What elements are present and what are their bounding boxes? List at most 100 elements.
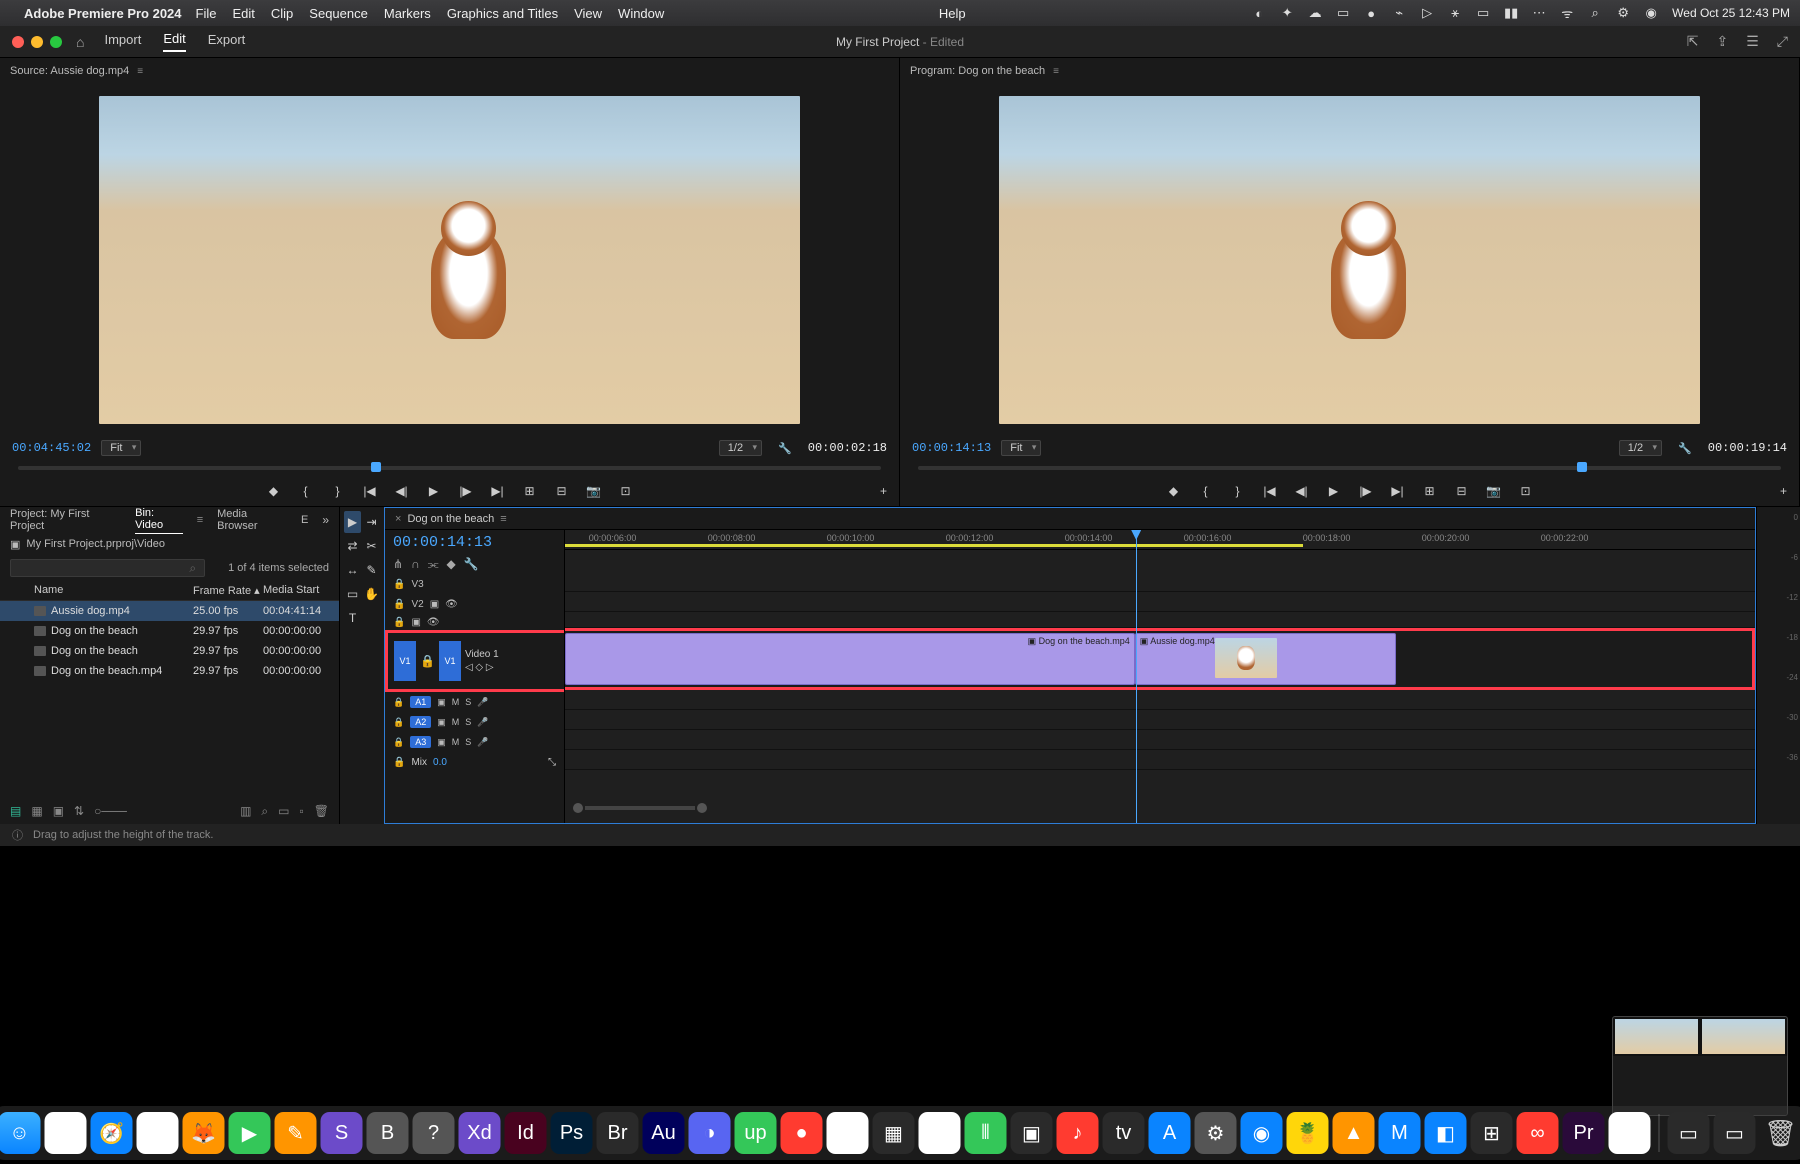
track-v3[interactable] <box>565 572 1755 592</box>
eye-icon[interactable]: 👁 <box>427 617 440 628</box>
dock-safari[interactable]: 🧭 <box>91 1112 133 1154</box>
track-v3-label[interactable]: V3 <box>411 579 423 590</box>
col-name[interactable]: Name <box>34 584 193 597</box>
menu-graphics[interactable]: Graphics and Titles <box>447 6 558 21</box>
dock-creativecloud[interactable]: ∞ <box>1517 1112 1559 1154</box>
track-a3-label[interactable]: A3 <box>410 736 431 748</box>
find-icon[interactable]: ⌕ <box>261 804 268 819</box>
col-mediastart[interactable]: Media Start <box>263 584 333 597</box>
project-row[interactable]: Dog on the beach 29.97 fps00:00:00:00 <box>0 641 339 661</box>
button-editor-icon[interactable]: ⊡ <box>1517 484 1535 498</box>
program-zoom-dropdown[interactable]: Fit <box>1001 440 1041 456</box>
dock-chrome[interactable]: ◉ <box>137 1112 179 1154</box>
wifi-icon[interactable]: ᯤ <box>1558 4 1576 22</box>
dock-appletv[interactable]: tv <box>1103 1112 1145 1154</box>
export-frame-icon[interactable]: 📷 <box>1485 484 1503 498</box>
dock-discord[interactable]: ◑ <box>689 1112 731 1154</box>
timeline-timecode[interactable]: 00:00:14:13 <box>393 534 492 551</box>
step-forward-icon[interactable]: |▶ <box>457 484 475 498</box>
maximize-window-button[interactable] <box>50 36 62 48</box>
effects-tab[interactable]: E <box>301 514 308 526</box>
track-v2[interactable] <box>565 592 1755 612</box>
dock-notes[interactable]: ✎ <box>275 1112 317 1154</box>
timeline-clip[interactable]: ▣ Aussie dog.mp4 <box>1135 633 1396 685</box>
tab-edit[interactable]: Edit <box>163 31 185 52</box>
status-icon[interactable]: ◐ <box>1250 4 1268 22</box>
solo-button[interactable]: S <box>465 737 471 747</box>
project-tab[interactable]: Project: My First Project <box>10 508 121 532</box>
dock-vlc[interactable]: ▲ <box>1333 1112 1375 1154</box>
menu-window[interactable]: Window <box>618 6 664 21</box>
quick-export-icon[interactable]: ⇱ <box>1687 33 1699 50</box>
type-tool[interactable]: T <box>344 607 361 629</box>
menu-file[interactable]: File <box>196 6 217 21</box>
settings-icon[interactable]: 🔧 <box>1678 442 1692 455</box>
toggle-output-icon[interactable]: ▣ <box>430 599 439 610</box>
lock-icon[interactable]: 🔒 <box>393 717 404 728</box>
dock-slack[interactable]: ✱ <box>827 1112 869 1154</box>
v1-source-patch[interactable]: V1 <box>394 641 416 681</box>
lock-icon[interactable]: 🔒 <box>393 599 405 610</box>
slip-tool[interactable]: ↔ <box>344 559 361 581</box>
export-frame-icon[interactable]: 📷 <box>585 484 603 498</box>
dock-finder[interactable]: ☺ <box>0 1112 41 1154</box>
toggle-output-icon[interactable]: ▣ <box>411 617 420 628</box>
timeline-ruler[interactable]: 00:00:06:0000:00:08:0000:00:10:0000:00:1… <box>565 530 1755 550</box>
spotlight-icon[interactable]: ⌕ <box>1586 4 1604 22</box>
dock-trash[interactable]: 🗑 <box>1760 1112 1800 1154</box>
status-icon[interactable]: ⌁ <box>1390 4 1408 22</box>
home-icon[interactable]: ⌂ <box>76 34 84 50</box>
step-forward-icon[interactable]: |▶ <box>1357 484 1375 498</box>
linked-selection-icon[interactable]: ⫘ <box>428 557 439 572</box>
menu-edit[interactable]: Edit <box>232 6 254 21</box>
track-select-tool[interactable]: ⇥ <box>363 511 380 533</box>
lock-icon[interactable]: 🔒 <box>393 757 405 768</box>
toggle-icon[interactable]: ▣ <box>437 717 446 728</box>
dock-app[interactable]: 🍍 <box>1287 1112 1329 1154</box>
dock-photoshop[interactable]: Ps <box>551 1112 593 1154</box>
panel-menu-icon[interactable]: ≡ <box>137 66 143 77</box>
dock-terminal[interactable]: ▣ <box>1011 1112 1053 1154</box>
timeline-zoom-scrollbar[interactable] <box>565 800 1755 816</box>
overwrite-icon[interactable]: ⊟ <box>553 484 571 498</box>
goto-out-icon[interactable]: ▶| <box>489 484 507 498</box>
siri-icon[interactable]: ◉ <box>1642 4 1660 22</box>
trash-icon[interactable]: 🗑 <box>314 804 329 818</box>
source-zoom-dropdown[interactable]: Fit <box>101 440 141 456</box>
dock-app[interactable]: ◉ <box>1241 1112 1283 1154</box>
list-view-icon[interactable]: ▤ <box>10 804 21 818</box>
status-icon[interactable]: ● <box>1362 4 1380 22</box>
project-row[interactable]: Aussie dog.mp4 25.00 fps00:04:41:14 <box>0 601 339 621</box>
in-point-icon[interactable]: { <box>1197 484 1215 498</box>
menu-sequence[interactable]: Sequence <box>309 6 368 21</box>
mute-button[interactable]: M <box>452 717 460 727</box>
zoom-slider[interactable]: ○─── <box>94 804 127 818</box>
step-back-icon[interactable]: ◀| <box>1293 484 1311 498</box>
solo-button[interactable]: S <box>465 697 471 707</box>
status-icon[interactable]: ⋯ <box>1530 4 1548 22</box>
track-a1[interactable] <box>565 690 1755 710</box>
button-editor-icon[interactable]: ⊡ <box>617 484 635 498</box>
source-scrubber[interactable] <box>12 460 887 476</box>
timeline-clip[interactable]: ▣ Dog on the beach.mp4 <box>565 633 1135 685</box>
program-scrubber[interactable] <box>912 460 1787 476</box>
panel-menu-icon[interactable]: ≡ <box>500 513 506 525</box>
dock-firefox[interactable]: 🦊 <box>183 1112 225 1154</box>
new-bin-icon[interactable]: ▭ <box>278 804 289 818</box>
dock-folder[interactable]: ▭ <box>1668 1112 1710 1154</box>
dock-calendar[interactable]: 25 <box>919 1112 961 1154</box>
lift-icon[interactable]: ⊞ <box>1421 484 1439 498</box>
track-a3[interactable] <box>565 730 1755 750</box>
display-icon[interactable]: ▭ <box>1474 4 1492 22</box>
project-path[interactable]: My First Project.prproj\Video <box>26 538 165 550</box>
dock-app[interactable]: ⫴ <box>965 1112 1007 1154</box>
goto-out-icon[interactable]: ▶| <box>1389 484 1407 498</box>
insert-icon[interactable]: ⊞ <box>521 484 539 498</box>
dock-indesign[interactable]: Id <box>505 1112 547 1154</box>
track-mix[interactable] <box>565 750 1755 770</box>
track-v1-header[interactable]: V1 🔒 V1 Video 1 ◁ ◇ ▷ <box>385 630 564 692</box>
toggle-icon[interactable]: ▣ <box>437 697 446 708</box>
settings-icon[interactable]: 🔧 <box>464 557 479 572</box>
dock-settings[interactable]: ⚙ <box>1195 1112 1237 1154</box>
expand-icon[interactable]: ⤡ <box>548 757 556 768</box>
